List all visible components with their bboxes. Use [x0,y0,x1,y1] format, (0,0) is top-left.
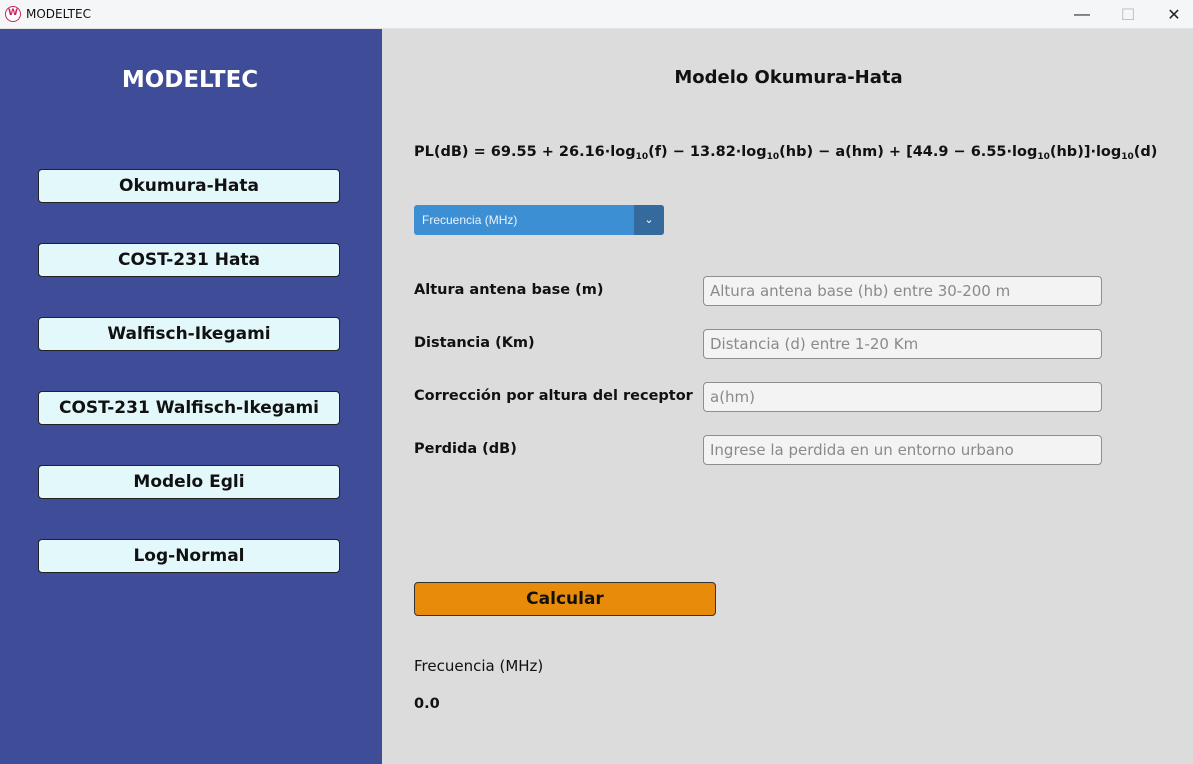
main-panel: Modelo Okumura-Hata PL(dB) = 69.55 + 26.… [382,29,1193,764]
calculate-button[interactable]: Calcular [414,582,716,616]
window-titlebar: W MODELTEC — ☐ ✕ [0,0,1193,29]
frequency-dropdown-value: Frecuencia (MHz) [422,213,518,227]
distance-label: Distancia (Km) [414,335,535,351]
sidebar: MODELTEC Okumura-Hata COST-231 Hata Walf… [0,29,382,764]
receiver-correction-label: Corrección por altura del receptor [414,388,693,404]
minimize-button[interactable]: — [1059,0,1105,29]
loss-input[interactable] [703,435,1102,465]
distance-input[interactable] [703,329,1102,359]
formula: PL(dB) = 69.55 + 26.16·log10(f) − 13.82·… [414,144,1158,162]
window-title: MODELTEC [26,7,91,21]
maximize-button[interactable]: ☐ [1105,0,1151,29]
nav-button-okumura-hata[interactable]: Okumura-Hata [38,169,340,203]
result-value: 0.0 [414,696,440,712]
chevron-down-icon[interactable]: ⌄ [634,205,664,235]
page-title: Modelo Okumura-Hata [674,67,903,88]
nav-button-walfisch-ikegami[interactable]: Walfisch-Ikegami [38,317,340,351]
sidebar-brand: MODELTEC [121,67,259,93]
nav-button-log-normal[interactable]: Log-Normal [38,539,340,573]
close-button[interactable]: ✕ [1151,0,1193,29]
minimize-icon: — [1074,5,1090,23]
close-icon: ✕ [1167,6,1181,24]
nav-button-cost231-walfisch-ikegami[interactable]: COST-231 Walfisch-Ikegami [38,391,340,425]
base-height-input[interactable] [703,276,1102,306]
result-label: Frecuencia (MHz) [414,657,544,675]
nav-button-cost231-hata[interactable]: COST-231 Hata [38,243,340,277]
receiver-correction-input[interactable] [703,382,1102,412]
base-height-label: Altura antena base (m) [414,282,604,298]
loss-label: Perdida (dB) [414,441,517,457]
app-logo-icon: W [5,6,21,22]
frequency-dropdown[interactable]: Frecuencia (MHz) ⌄ [414,205,664,235]
maximize-icon: ☐ [1120,6,1136,24]
nav-button-modelo-egli[interactable]: Modelo Egli [38,465,340,499]
